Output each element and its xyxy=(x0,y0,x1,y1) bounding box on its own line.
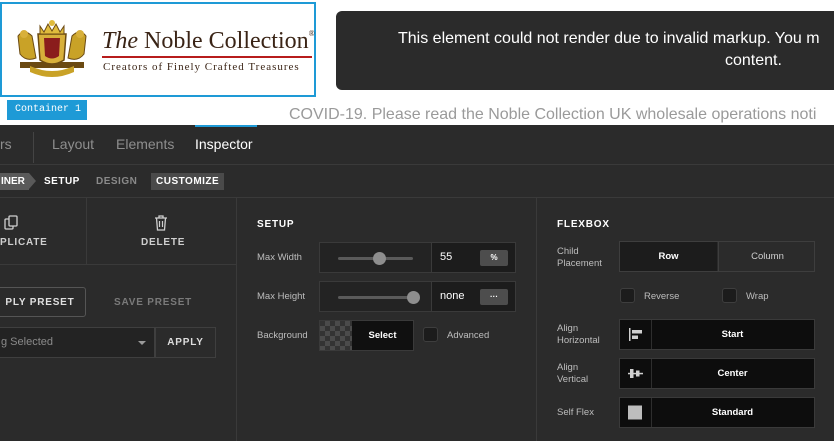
error-line-1: This element could not render due to inv… xyxy=(398,30,820,47)
align-vertical-label-1: Align xyxy=(557,362,579,373)
container-tag[interactable]: Container 1 xyxy=(7,100,87,120)
tab-layout[interactable]: Layout xyxy=(52,136,94,152)
logo-wordmark: The Noble Collection® xyxy=(102,28,315,55)
self-flex-value: Standard xyxy=(711,407,754,418)
actions-column: PLICATE DELETE PLY PRESET SAVE PRESET g … xyxy=(0,198,237,441)
background-label: Background xyxy=(257,330,308,341)
align-horizontal-label-1: Align xyxy=(557,323,579,334)
flexbox-column: FLEXBOX Child Placement Row Column Rever… xyxy=(537,198,834,441)
logo-title-italic: The xyxy=(102,28,138,54)
max-width-input[interactable]: 55 % xyxy=(431,242,516,273)
transparency-swatch-icon xyxy=(320,321,352,350)
self-flex-label: Self Flex xyxy=(557,407,594,418)
breadcrumb-setup[interactable]: SETUP xyxy=(44,173,80,190)
tab-inspector[interactable]: Inspector xyxy=(195,136,253,152)
reverse-label: Reverse xyxy=(644,291,680,302)
wrap-checkbox[interactable] xyxy=(722,288,737,303)
align-vertical-select[interactable]: Center xyxy=(619,358,815,389)
setup-title: SETUP xyxy=(257,219,295,230)
delete-label: DELETE xyxy=(141,237,186,248)
logo-container[interactable]: The Noble Collection® Creators of Finely… xyxy=(0,2,316,97)
inspector-body: PLICATE DELETE PLY PRESET SAVE PRESET g … xyxy=(0,198,834,441)
align-vertical-label-2: Vertical xyxy=(557,374,589,385)
preset-apply-button[interactable]: APPLY xyxy=(155,327,216,358)
preset-select[interactable]: g Selected xyxy=(0,327,155,358)
flexbox-title: FLEXBOX xyxy=(557,219,610,230)
background-select-button[interactable]: Select xyxy=(352,321,413,350)
site-preview: The Noble Collection® Creators of Finely… xyxy=(0,0,834,125)
error-line-2: content. xyxy=(725,52,782,69)
max-width-unit-button[interactable]: % xyxy=(480,250,508,266)
tab-elements[interactable]: Elements xyxy=(116,136,174,152)
child-placement-label-1: Child xyxy=(557,246,579,257)
slider-thumb[interactable] xyxy=(372,252,386,265)
covid-notice[interactable]: COVID-19. Please read the Noble Collecti… xyxy=(289,106,816,124)
child-placement-toggle: Row Column xyxy=(619,241,815,272)
placement-column-button[interactable]: Column xyxy=(718,242,816,271)
preset-select-value: g Selected xyxy=(1,336,53,348)
max-height-slider[interactable] xyxy=(319,281,432,312)
background-picker[interactable]: Select xyxy=(319,320,414,351)
max-width-label: Max Width xyxy=(257,252,302,263)
advanced-checkbox[interactable] xyxy=(423,327,438,342)
render-error-message: This element could not render due to inv… xyxy=(336,11,834,90)
tab-builders[interactable]: rs xyxy=(0,136,12,152)
align-horizontal-value: Start xyxy=(721,329,744,340)
max-height-value: none xyxy=(440,290,465,302)
placement-row-button[interactable]: Row xyxy=(620,242,717,271)
logo-tagline: Creators of Finely Crafted Treasures xyxy=(103,61,300,73)
slider-thumb[interactable] xyxy=(406,291,420,304)
breadcrumb-design[interactable]: DESIGN xyxy=(96,173,137,190)
trash-icon xyxy=(155,215,167,231)
max-width-slider[interactable] xyxy=(319,242,432,273)
align-horizontal-label-2: Horizontal xyxy=(557,335,600,346)
setup-column: SETUP Max Width 55 % Max Height none ···… xyxy=(237,198,537,441)
logo-rule xyxy=(102,56,312,58)
save-preset-button[interactable]: SAVE PRESET xyxy=(114,297,192,308)
chevron-down-icon xyxy=(138,341,146,345)
royal-crest-icon xyxy=(17,20,87,77)
slider-track xyxy=(338,296,413,299)
tab-divider xyxy=(33,132,34,163)
duplicate-label: PLICATE xyxy=(0,237,48,248)
breadcrumb-customize[interactable]: CUSTOMIZE xyxy=(151,173,225,190)
child-placement-label-2: Placement xyxy=(557,258,602,269)
breadcrumb: INER SETUP DESIGN CUSTOMIZE xyxy=(0,165,834,198)
breadcrumb-container[interactable]: INER xyxy=(0,173,29,190)
align-center-icon xyxy=(628,359,652,388)
self-flex-select[interactable]: Standard xyxy=(619,397,815,428)
reverse-checkbox[interactable] xyxy=(620,288,635,303)
align-start-icon xyxy=(629,320,652,349)
max-height-label: Max Height xyxy=(257,291,306,302)
apply-preset-button[interactable]: PLY PRESET xyxy=(0,287,86,317)
logo-title-main: Noble Collection xyxy=(144,28,309,54)
delete-button[interactable]: DELETE xyxy=(87,198,236,265)
max-width-value: 55 xyxy=(440,251,453,263)
flex-square-icon xyxy=(628,398,652,427)
active-tab-indicator xyxy=(195,125,257,127)
wrap-label: Wrap xyxy=(746,291,769,302)
breadcrumb-arrow-icon xyxy=(29,173,36,189)
advanced-label: Advanced xyxy=(447,330,490,341)
duplicate-button[interactable]: PLICATE xyxy=(0,198,87,265)
trademark-symbol: ® xyxy=(308,29,315,38)
more-options-icon[interactable]: ··· xyxy=(480,289,508,305)
align-vertical-value: Center xyxy=(717,368,748,379)
panel-tabs: rs Layout Elements Inspector xyxy=(0,125,834,165)
align-horizontal-select[interactable]: Start xyxy=(619,319,815,350)
duplicate-icon xyxy=(4,215,18,230)
max-height-input[interactable]: none ··· xyxy=(431,281,516,312)
inspector-panel: rs Layout Elements Inspector INER SETUP … xyxy=(0,125,834,441)
